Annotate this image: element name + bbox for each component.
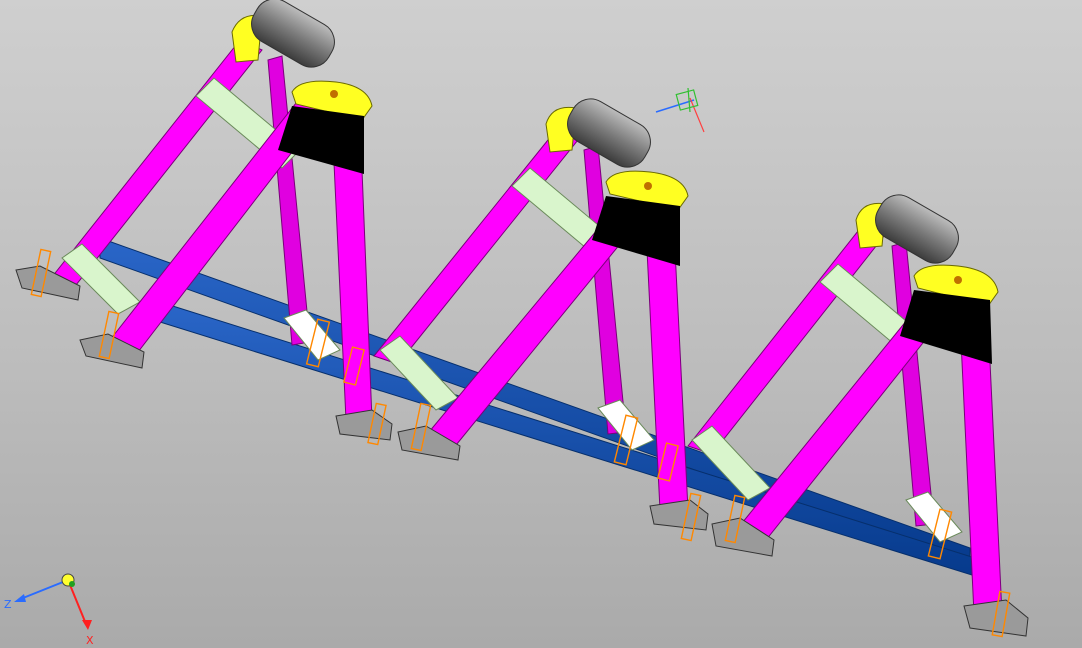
stand-3 xyxy=(687,194,1029,638)
roller xyxy=(251,0,335,68)
roller-support-assembly[interactable] xyxy=(0,0,1082,648)
roller xyxy=(567,98,651,168)
stand-1 xyxy=(15,0,393,446)
foot xyxy=(963,599,1029,637)
axis-x-label: X xyxy=(86,634,94,647)
3d-viewport[interactable]: Z X xyxy=(0,0,1082,648)
origin-marker-icon xyxy=(655,87,705,133)
rail-front xyxy=(159,301,976,577)
bolt-head xyxy=(954,276,962,284)
axis-z-label: Z xyxy=(4,598,12,611)
stand-2 xyxy=(373,98,709,542)
roller xyxy=(875,194,959,264)
bolt-head xyxy=(330,90,338,98)
bolt-head xyxy=(644,182,652,190)
axis-triad-icon: Z X xyxy=(4,573,94,647)
